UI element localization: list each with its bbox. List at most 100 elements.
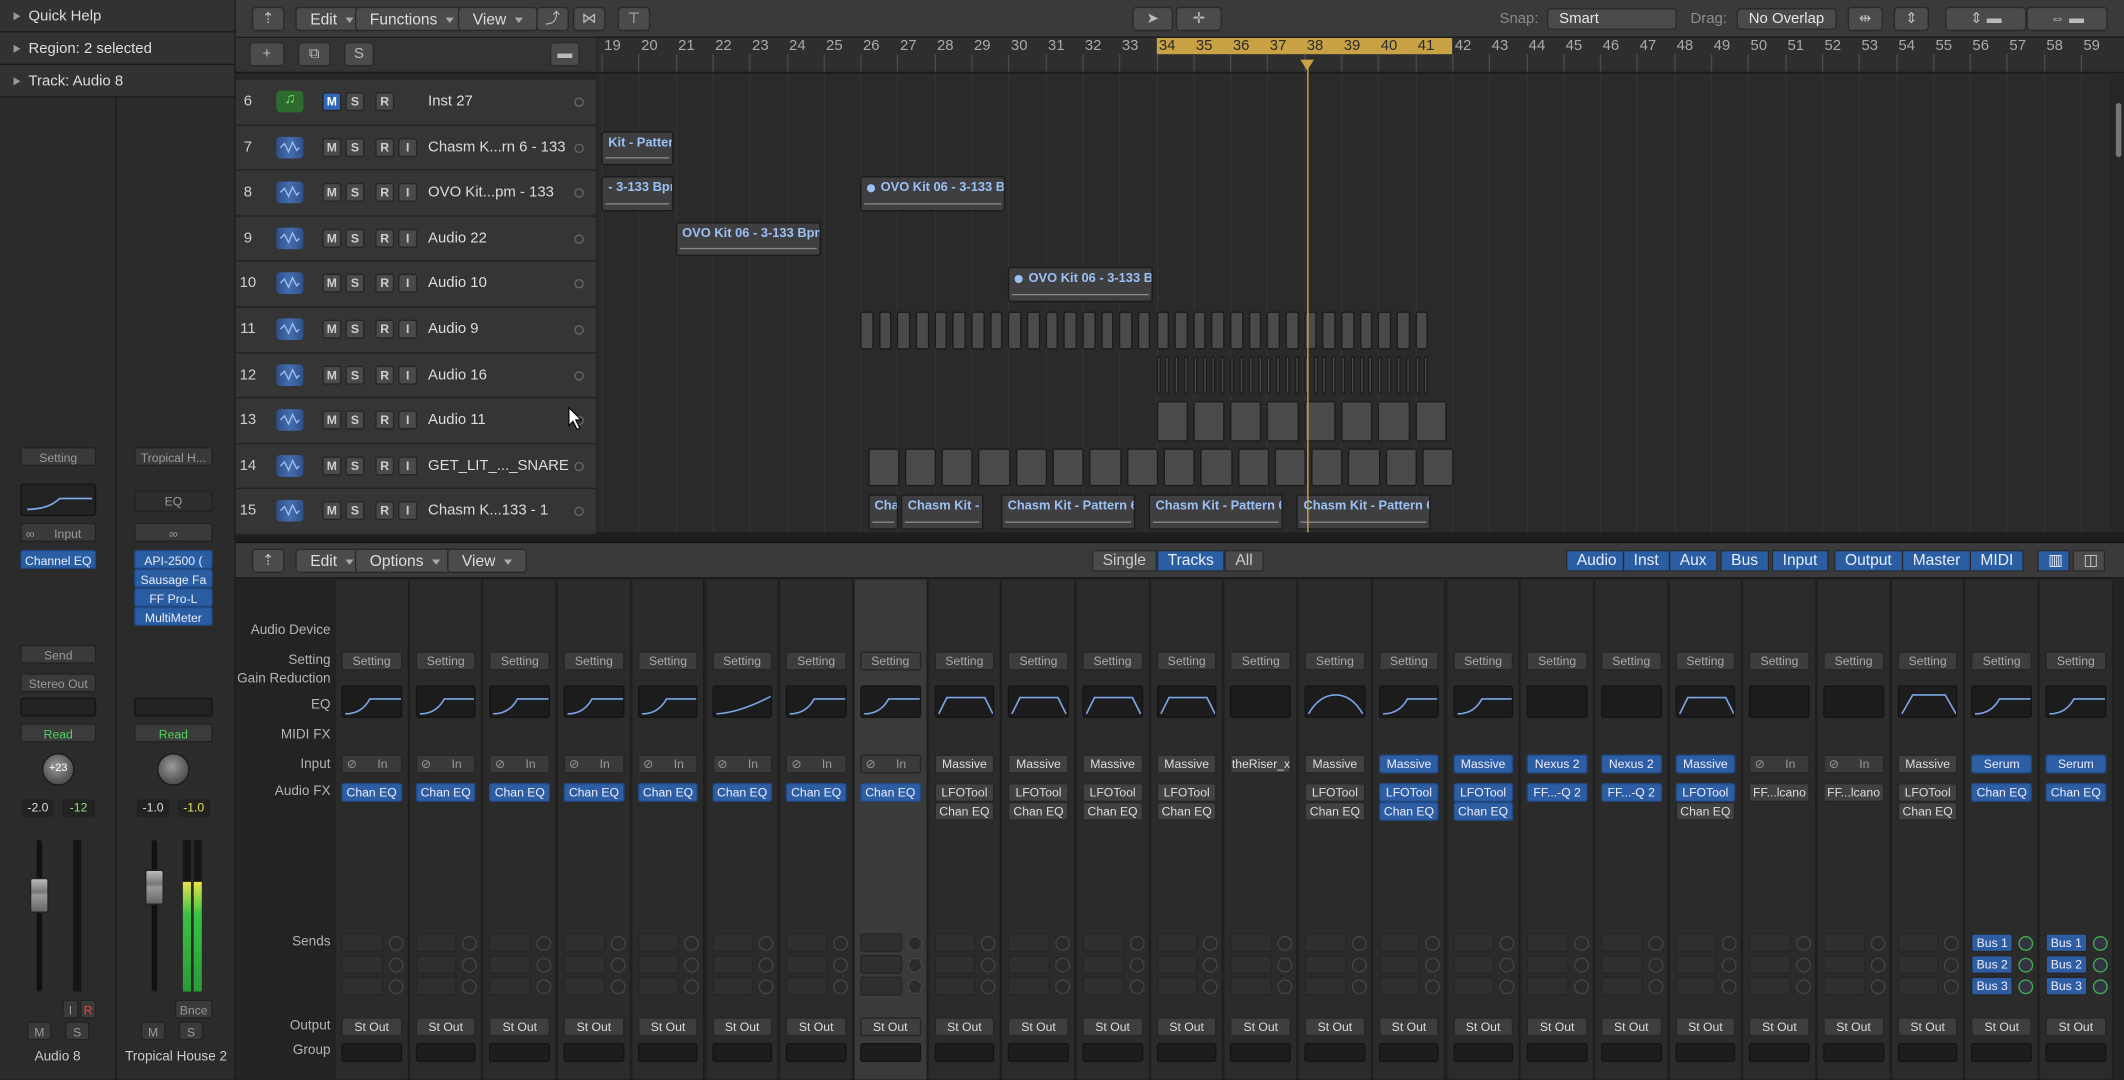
send-slot[interactable] [1675,976,1717,996]
send-slot[interactable]: Bus 2 [1971,954,2014,974]
mixer-options-menu[interactable]: Options [354,548,455,573]
record-arm-button[interactable]: R [375,456,395,476]
eq-display[interactable] [934,685,995,718]
input-slot[interactable]: Nexus 2 [1526,754,1588,774]
audio-slice-region[interactable] [1089,447,1122,486]
audio-fx-slot[interactable]: Chan EQ [1971,782,2033,802]
send-level-knob[interactable] [758,936,774,951]
solo-button[interactable]: S [345,274,365,294]
output-slot[interactable]: St Out [1823,1017,1884,1037]
eq-display[interactable] [860,685,921,718]
bounce-button[interactable]: Bnce [174,999,213,1019]
send-level-knob[interactable] [1351,936,1367,951]
audio-slice-region[interactable] [1341,400,1373,442]
setting-button[interactable]: Setting [415,651,476,671]
group-slot[interactable] [2045,1043,2107,1063]
send-slot[interactable] [711,954,754,974]
setting-button[interactable]: Setting [1823,651,1884,671]
volume-fader-track[interactable] [36,839,42,992]
link-button[interactable]: ∞ [134,522,213,542]
audio-fx-slot[interactable]: Chan EQ [1378,801,1440,821]
audio-fx-slot[interactable]: Chan EQ [563,782,625,802]
group-slot[interactable] [341,1043,402,1063]
output-slot[interactable]: St Out [563,1017,625,1037]
send-slot[interactable] [1749,976,1791,996]
audio-slice-region[interactable] [1415,311,1429,350]
group-slot[interactable] [1526,1043,1588,1063]
send-level-knob[interactable] [1203,979,1219,995]
output-slot[interactable]: St Out [1600,1017,1662,1037]
eq-display[interactable] [2045,685,2107,718]
track-name[interactable]: Audio 16 [428,367,487,383]
send-slot[interactable] [489,933,532,953]
send-level-knob[interactable] [1722,957,1737,973]
send-level-knob[interactable] [388,936,404,951]
input-slot[interactable]: theRiser_x [1230,754,1292,774]
track-header-row[interactable]: 13 M S R I Audio 11 [235,398,597,445]
group-slot[interactable] [1082,1043,1143,1063]
group-slot[interactable] [785,1043,847,1063]
volume-fader-handle[interactable] [29,877,49,914]
send-slot[interactable] [1156,976,1198,996]
send-slot[interactable]: Bus 2 [2045,954,2088,974]
audio-slice-region[interactable] [1202,356,1207,395]
audio-fx-slot[interactable]: Chan EQ [785,782,847,802]
audio-slice-region[interactable] [1237,447,1270,486]
input-monitor-button[interactable]: I [398,319,418,339]
back-arrow-icon[interactable]: ⇡ [251,6,285,32]
send-slot[interactable] [1304,954,1347,974]
global-solo-button[interactable]: S [344,41,374,67]
eq-display[interactable] [563,685,625,718]
bar-ruler[interactable]: 19 20 21 22 23 24 25 26 27 28 29 30 31 32 33 34 35 36 37 38… [597,37,2124,74]
record-arm-button[interactable]: R [375,365,395,385]
group-slot[interactable] [1600,1043,1662,1063]
audio-slice-region[interactable] [1322,356,1327,395]
audio-slice-region[interactable] [1378,356,1383,395]
send-level-knob[interactable] [1055,936,1071,951]
audio-region[interactable]: Chasm Kit - Pattern 6 [1148,494,1283,530]
send-level-knob[interactable] [1722,979,1737,995]
solo-button[interactable]: S [345,228,365,248]
input-monitor-button[interactable]: I [398,274,418,294]
send-level-knob[interactable] [1870,936,1886,951]
eq-display[interactable] [341,685,402,718]
send-level-knob[interactable] [907,979,922,995]
audio-slice-region[interactable] [1267,400,1299,442]
audio-fx-slot[interactable]: Chan EQ [489,782,551,802]
audio-fx-slot[interactable]: Chan EQ [2045,782,2107,802]
eq-display[interactable] [415,685,476,718]
audio-region[interactable]: OVO Kit 06 - 3-133 Bp [1008,267,1154,303]
group-slot[interactable] [563,1043,625,1063]
eq-display[interactable] [711,685,773,718]
input-slot[interactable]: Massive [1452,754,1514,774]
add-track-button[interactable]: + [249,41,285,67]
send-slot[interactable] [341,954,383,974]
send-slot[interactable] [1304,976,1347,996]
send-slot[interactable] [1008,954,1050,974]
send-level-knob[interactable] [907,936,922,951]
send-level-knob[interactable] [610,936,626,951]
send-level-knob[interactable] [1129,957,1145,973]
send-slot[interactable] [1600,933,1643,953]
output-slot[interactable]: St Out [1378,1017,1440,1037]
record-arm-button[interactable]: R [375,501,395,521]
solo-button[interactable]: S [178,1021,204,1041]
eq-display[interactable] [1230,685,1292,718]
setting-button[interactable]: Setting [1082,651,1143,671]
send-level-knob[interactable] [1425,936,1441,951]
output-slot[interactable]: St Out [1304,1017,1366,1037]
send-level-knob[interactable] [610,979,626,995]
send-level-knob[interactable] [1647,957,1663,973]
send-slot[interactable] [1600,954,1643,974]
audio-slice-region[interactable] [1415,400,1447,442]
send-level-knob[interactable] [1647,936,1663,951]
collapse-icon[interactable]: ▬ [549,41,580,67]
send-level-knob[interactable] [1055,957,1071,973]
send-level-knob[interactable] [1499,957,1515,973]
setting-button[interactable]: Setting [2045,651,2107,671]
setting-button[interactable]: Setting [1675,651,1736,671]
send-slot[interactable] [563,976,606,996]
track-name[interactable]: Audio 11 [428,412,486,428]
eq-display[interactable] [20,483,97,517]
send-slot[interactable] [1600,976,1643,996]
